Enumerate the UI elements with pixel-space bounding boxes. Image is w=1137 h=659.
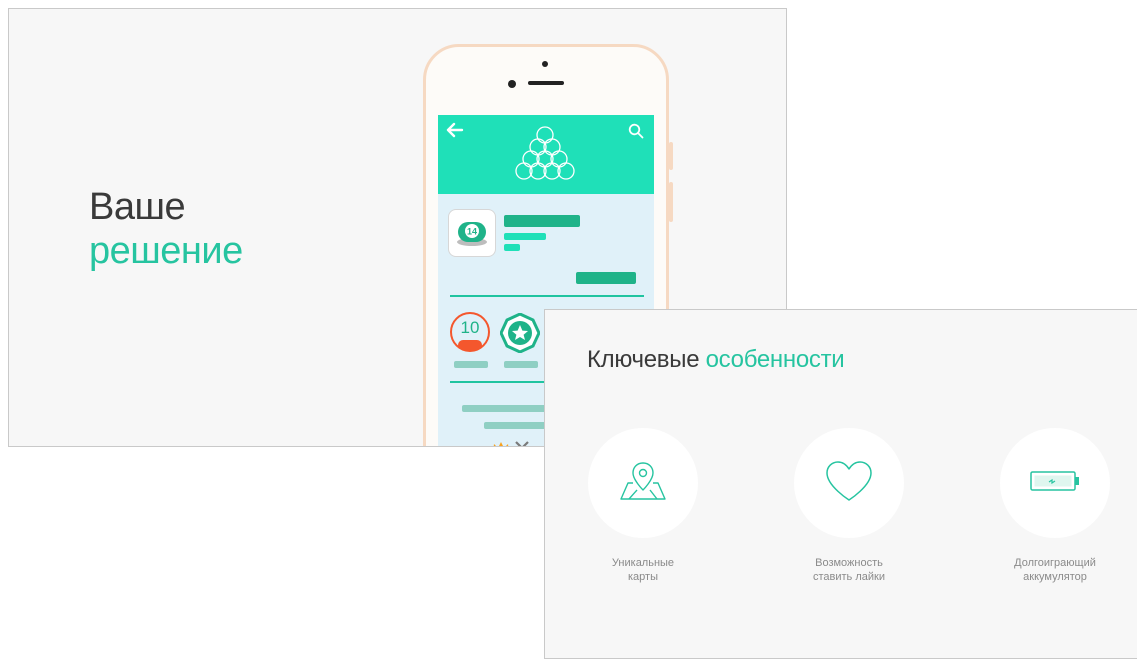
feature-label-line: Уникальные [611,557,675,569]
crown-icon [492,441,510,446]
phone-camera [542,61,548,67]
back-arrow-icon[interactable] [446,121,464,143]
headline-line-2: решение [89,230,243,272]
level-badge[interactable]: 10 [450,312,490,352]
level-badge-number: 10 [460,318,480,337]
features-title-part-1: Ключевые [587,346,706,373]
feature-label-line: Долгоиграющий [1014,557,1096,569]
battery-icon [1029,469,1081,498]
feature-icon-circle [588,428,698,538]
features-title: Ключевые особенности [587,346,845,374]
level-badge-ribbon [458,340,482,350]
feature-label-line: аккумулятор [1023,571,1087,583]
headline-line-1: Ваше [89,186,186,228]
placeholder-bar [504,361,538,368]
feature-label-line: Возможность [815,557,883,569]
star-badge-icon[interactable] [499,312,541,354]
feature-likes: Возможность ставить лайки [779,428,919,584]
feature-label: Уникальные карты [573,556,713,584]
feature-long-battery: Долгоиграющий аккумулятор [985,428,1125,584]
section-divider [450,295,644,297]
map-pin-icon [619,459,667,508]
app-header [438,115,654,194]
phone-side-button [669,182,673,222]
features-title-part-2: особенности [705,346,845,373]
phone-side-button [669,142,673,170]
heart-icon [824,459,874,508]
placeholder-bar [504,233,546,240]
feature-icon-circle [794,428,904,538]
feature-label: Возможность ставить лайки [779,556,919,584]
app-badge-number: 14 [467,227,477,237]
search-icon[interactable] [628,123,644,144]
slide-headline: Ваше решение [89,185,243,273]
app-logo-icon [510,125,580,192]
feature-label-line: ставить лайки [813,571,885,583]
feature-unique-maps: Уникальные карты [573,428,713,584]
phone-sensor [508,80,516,88]
placeholder-bar [504,215,580,227]
swords-icon [514,441,530,446]
feature-icon-circle [1000,428,1110,538]
feature-label: Долгоиграющий аккумулятор [985,556,1125,584]
app-badge-card[interactable]: 14 [448,209,496,257]
slide-key-features: Ключевые особенности Уникальные карты Во… [544,309,1137,659]
placeholder-bar [454,361,488,368]
phone-speaker [528,81,564,85]
placeholder-bar [576,272,636,284]
placeholder-bar [504,244,520,251]
feature-label-line: карты [628,571,658,583]
